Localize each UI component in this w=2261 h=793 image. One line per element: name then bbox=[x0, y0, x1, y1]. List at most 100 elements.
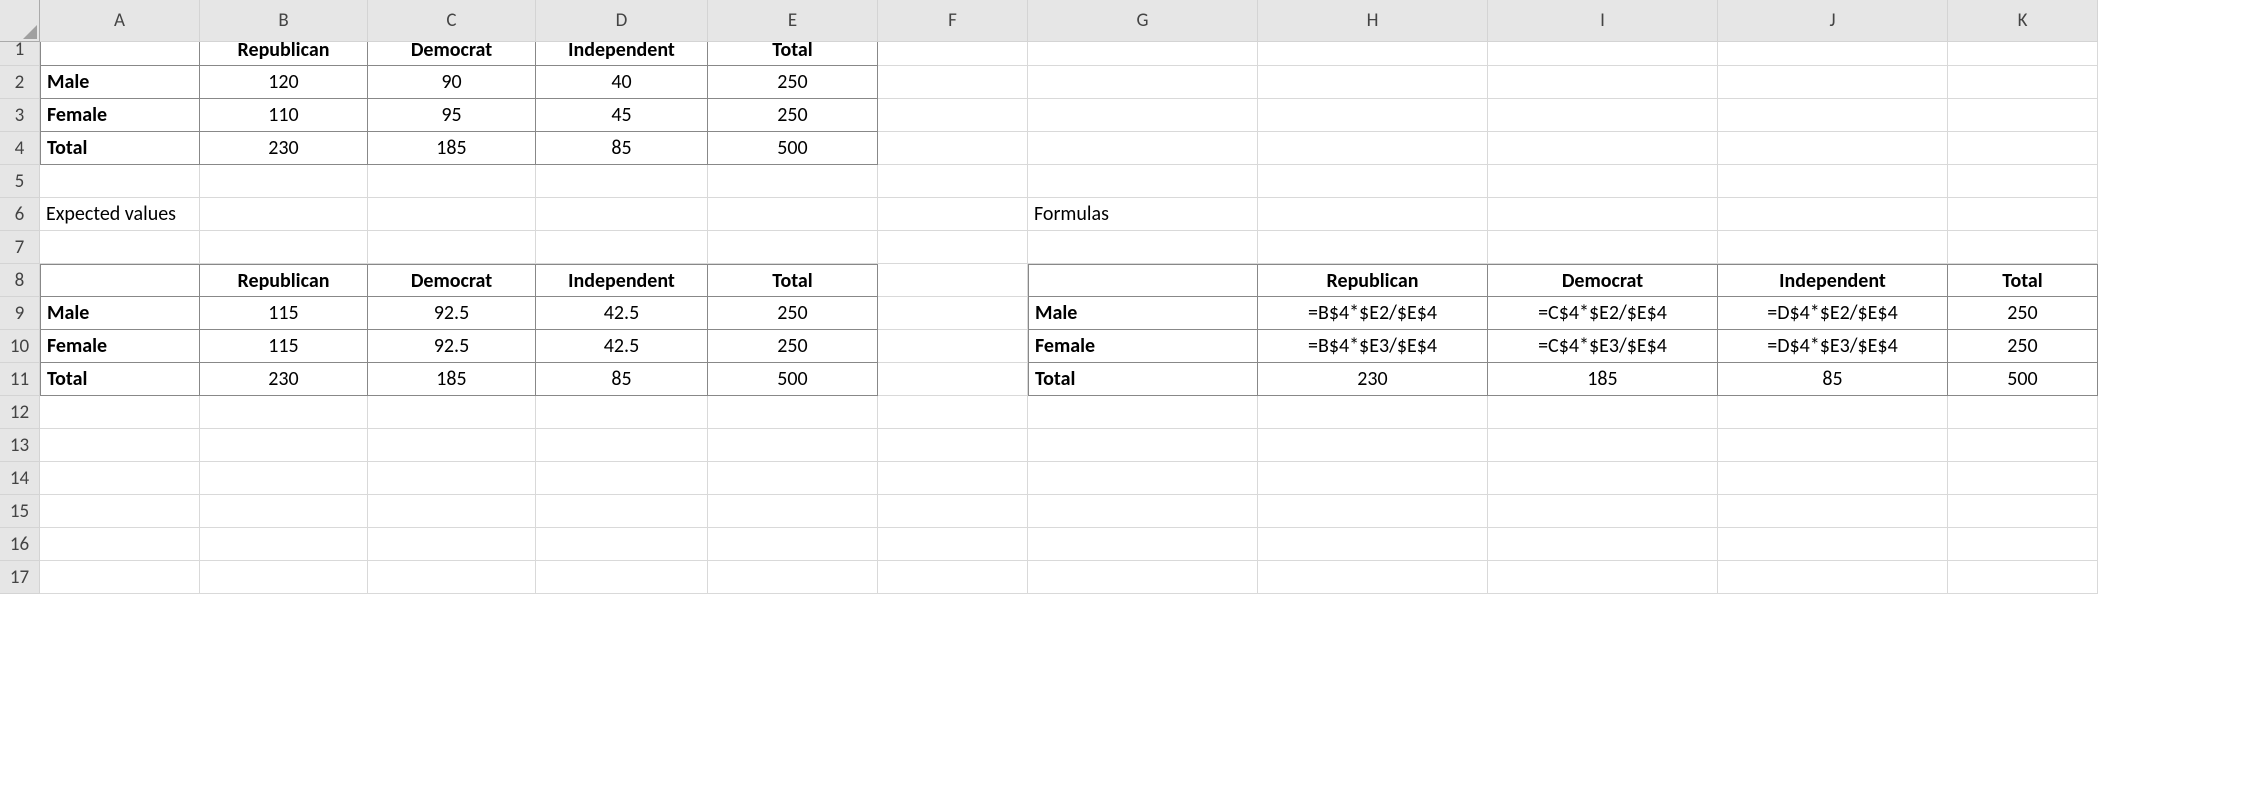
cell-A17[interactable] bbox=[40, 561, 200, 594]
cell-E12[interactable] bbox=[708, 396, 878, 429]
cell-J5[interactable] bbox=[1718, 165, 1948, 198]
cell-H15[interactable] bbox=[1258, 495, 1488, 528]
cell-C4[interactable]: 185 bbox=[368, 132, 536, 165]
cell-J6[interactable] bbox=[1718, 198, 1948, 231]
cell-C8[interactable]: Democrat bbox=[368, 264, 536, 297]
cell-J2[interactable] bbox=[1718, 66, 1948, 99]
cell-K15[interactable] bbox=[1948, 495, 2098, 528]
cell-E7[interactable] bbox=[708, 231, 878, 264]
cell-F12[interactable] bbox=[878, 396, 1028, 429]
cell-E13[interactable] bbox=[708, 429, 878, 462]
row-header-7[interactable]: 7 bbox=[0, 231, 40, 264]
cell-G3[interactable] bbox=[1028, 99, 1258, 132]
cell-F9[interactable] bbox=[878, 297, 1028, 330]
cell-C12[interactable] bbox=[368, 396, 536, 429]
cell-K11[interactable]: 500 bbox=[1948, 363, 2098, 396]
cell-F11[interactable] bbox=[878, 363, 1028, 396]
cell-J13[interactable] bbox=[1718, 429, 1948, 462]
cell-C5[interactable] bbox=[368, 165, 536, 198]
cell-G14[interactable] bbox=[1028, 462, 1258, 495]
cell-G2[interactable] bbox=[1028, 66, 1258, 99]
cell-I4[interactable] bbox=[1488, 132, 1718, 165]
cell-C11[interactable]: 185 bbox=[368, 363, 536, 396]
cell-I11[interactable]: 185 bbox=[1488, 363, 1718, 396]
col-header-K[interactable]: K bbox=[1948, 0, 2098, 42]
cell-D4[interactable]: 85 bbox=[536, 132, 708, 165]
cell-B15[interactable] bbox=[200, 495, 368, 528]
cell-A6[interactable]: Expected values bbox=[40, 198, 200, 231]
cell-A7[interactable] bbox=[40, 231, 200, 264]
cell-D12[interactable] bbox=[536, 396, 708, 429]
cell-G10[interactable]: Female bbox=[1028, 330, 1258, 363]
cell-G11[interactable]: Total bbox=[1028, 363, 1258, 396]
cell-B17[interactable] bbox=[200, 561, 368, 594]
cell-I15[interactable] bbox=[1488, 495, 1718, 528]
cell-K4[interactable] bbox=[1948, 132, 2098, 165]
cell-H6[interactable] bbox=[1258, 198, 1488, 231]
cell-D10[interactable]: 42.5 bbox=[536, 330, 708, 363]
cell-H3[interactable] bbox=[1258, 99, 1488, 132]
cell-H2[interactable] bbox=[1258, 66, 1488, 99]
cell-E16[interactable] bbox=[708, 528, 878, 561]
cell-A16[interactable] bbox=[40, 528, 200, 561]
row-header-8[interactable]: 8 bbox=[0, 264, 40, 297]
cell-A2[interactable]: Male bbox=[40, 66, 200, 99]
row-header-6[interactable]: 6 bbox=[0, 198, 40, 231]
cell-A4[interactable]: Total bbox=[40, 132, 200, 165]
row-header-13[interactable]: 13 bbox=[0, 429, 40, 462]
cell-K10[interactable]: 250 bbox=[1948, 330, 2098, 363]
cell-A3[interactable]: Female bbox=[40, 99, 200, 132]
cell-A13[interactable] bbox=[40, 429, 200, 462]
cell-J12[interactable] bbox=[1718, 396, 1948, 429]
cell-C14[interactable] bbox=[368, 462, 536, 495]
cell-H4[interactable] bbox=[1258, 132, 1488, 165]
cell-K13[interactable] bbox=[1948, 429, 2098, 462]
cell-A10[interactable]: Female bbox=[40, 330, 200, 363]
cell-K8[interactable]: Total bbox=[1948, 264, 2098, 297]
col-header-B[interactable]: B bbox=[200, 0, 368, 42]
cell-H9[interactable]: =B$4*$E2/$E$4 bbox=[1258, 297, 1488, 330]
cell-D17[interactable] bbox=[536, 561, 708, 594]
cell-J17[interactable] bbox=[1718, 561, 1948, 594]
cell-B10[interactable]: 115 bbox=[200, 330, 368, 363]
cell-K12[interactable] bbox=[1948, 396, 2098, 429]
row-header-10[interactable]: 10 bbox=[0, 330, 40, 363]
cell-H8[interactable]: Republican bbox=[1258, 264, 1488, 297]
cell-B4[interactable]: 230 bbox=[200, 132, 368, 165]
cell-H16[interactable] bbox=[1258, 528, 1488, 561]
cell-D11[interactable]: 85 bbox=[536, 363, 708, 396]
cell-J8[interactable]: Independent bbox=[1718, 264, 1948, 297]
cell-H11[interactable]: 230 bbox=[1258, 363, 1488, 396]
cell-G7[interactable] bbox=[1028, 231, 1258, 264]
cell-I3[interactable] bbox=[1488, 99, 1718, 132]
cell-B5[interactable] bbox=[200, 165, 368, 198]
cell-D2[interactable]: 40 bbox=[536, 66, 708, 99]
cell-J9[interactable]: =D$4*$E2/$E$4 bbox=[1718, 297, 1948, 330]
cell-J16[interactable] bbox=[1718, 528, 1948, 561]
cell-K5[interactable] bbox=[1948, 165, 2098, 198]
col-header-D[interactable]: D bbox=[536, 0, 708, 42]
cell-I5[interactable] bbox=[1488, 165, 1718, 198]
row-header-9[interactable]: 9 bbox=[0, 297, 40, 330]
cell-K16[interactable] bbox=[1948, 528, 2098, 561]
cell-B13[interactable] bbox=[200, 429, 368, 462]
cell-E5[interactable] bbox=[708, 165, 878, 198]
cell-J3[interactable] bbox=[1718, 99, 1948, 132]
row-header-14[interactable]: 14 bbox=[0, 462, 40, 495]
cell-G15[interactable] bbox=[1028, 495, 1258, 528]
cell-A8[interactable] bbox=[40, 264, 200, 297]
cell-F15[interactable] bbox=[878, 495, 1028, 528]
cell-B14[interactable] bbox=[200, 462, 368, 495]
cell-G5[interactable] bbox=[1028, 165, 1258, 198]
cell-K9[interactable]: 250 bbox=[1948, 297, 2098, 330]
cell-F4[interactable] bbox=[878, 132, 1028, 165]
cell-B3[interactable]: 110 bbox=[200, 99, 368, 132]
cell-K14[interactable] bbox=[1948, 462, 2098, 495]
cell-A9[interactable]: Male bbox=[40, 297, 200, 330]
cell-J7[interactable] bbox=[1718, 231, 1948, 264]
col-header-G[interactable]: G bbox=[1028, 0, 1258, 42]
cell-F2[interactable] bbox=[878, 66, 1028, 99]
cell-E11[interactable]: 500 bbox=[708, 363, 878, 396]
cell-E3[interactable]: 250 bbox=[708, 99, 878, 132]
cell-H14[interactable] bbox=[1258, 462, 1488, 495]
